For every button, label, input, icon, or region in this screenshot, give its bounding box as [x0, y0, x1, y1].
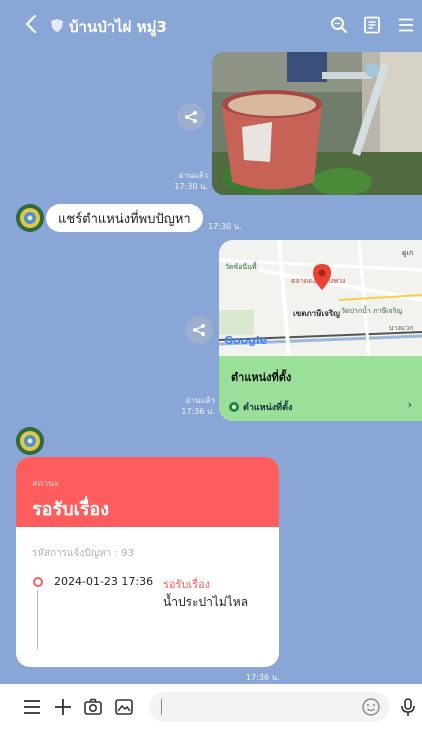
status-header: สถานะ รอรับเรื่อง	[16, 457, 279, 527]
chevron-right-icon: ›	[407, 398, 412, 411]
message-input[interactable]	[149, 692, 389, 722]
text-cursor	[161, 699, 162, 715]
location-icon	[229, 402, 239, 412]
share-photo-button[interactable]	[177, 103, 205, 131]
location-info[interactable]: ตำแหน่งที่ตั้ง ตำแหน่งที่ตั้ง ›	[219, 356, 422, 421]
map-label: วัดซ้อนี่นพื้	[225, 263, 257, 271]
location-title: ตำแหน่งที่ตั้ง	[231, 371, 292, 384]
timeline-status: รอรับเรื่อง	[163, 578, 211, 591]
read-receipt: อ่านแล้ว	[178, 171, 208, 180]
timeline-date: 2024-01-23 17:36	[54, 575, 154, 588]
map-label: ดูเก	[402, 249, 414, 257]
message-time: 17:30 น.	[208, 222, 242, 231]
timeline-description: น้ำประปาไม่ไหล	[163, 595, 249, 609]
bucket-photo	[212, 52, 422, 195]
share-icon	[185, 111, 197, 123]
share-icon	[193, 324, 205, 336]
location-link-label: ตำแหน่งที่ตั้ง	[243, 403, 293, 413]
microphone-icon[interactable]	[398, 697, 418, 717]
camera-icon[interactable]	[83, 697, 103, 717]
map-label: เขตภาษีเจริญ	[293, 309, 340, 318]
avatar[interactable]	[16, 427, 44, 455]
location-link[interactable]: ตำแหน่งที่ตั้ง	[229, 400, 292, 414]
image-icon[interactable]	[114, 697, 134, 717]
emoji-icon[interactable]	[361, 697, 381, 717]
back-icon[interactable]	[22, 13, 42, 35]
share-location-button[interactable]	[185, 316, 213, 344]
map-pin-icon	[313, 264, 331, 290]
chat-header: บ้านป่าไผ่ หมู่3	[0, 0, 422, 48]
status-value: รอรับเรื่อง	[32, 499, 109, 520]
google-logo: Google	[224, 334, 268, 347]
message-text: แชร์ตำแหน่งที่พบปัญหา	[58, 211, 191, 227]
status-card[interactable]: สถานะ รอรับเรื่อง รหัสการแจ้งปัญหา : 93 …	[16, 457, 279, 667]
photo-message[interactable]	[212, 52, 422, 195]
read-receipt: อ่านแล้ว	[185, 396, 215, 405]
message-time: 17:36 น.	[181, 407, 215, 416]
map-preview[interactable]: วัดซ้อนี่นพื้ ตลาดดอนบางพวง เขตภาษีเจริญ…	[219, 240, 422, 356]
timeline-dot	[33, 577, 43, 587]
avatar[interactable]	[16, 204, 44, 232]
message-input-bar	[0, 684, 422, 729]
notes-icon[interactable]	[363, 16, 381, 34]
menu-icon[interactable]	[22, 697, 42, 717]
message-time: 17:36 น.	[246, 673, 280, 682]
message-time: 17:30 น.	[174, 182, 208, 191]
search-icon[interactable]	[330, 16, 348, 34]
menu-icon[interactable]	[397, 16, 415, 34]
location-card[interactable]: วัดซ้อนี่นพื้ ตลาดดอนบางพวง เขตภาษีเจริญ…	[219, 240, 422, 421]
status-label: สถานะ	[32, 479, 59, 489]
map-label: วัดปากน้ำ ภาษีเจริญ	[341, 307, 403, 315]
text-message-bubble[interactable]: แชร์ตำแหน่งที่พบปัญหา	[46, 204, 203, 232]
chat-title: บ้านป่าไผ่ หมู่3	[69, 18, 167, 36]
map-label: บางแวก	[389, 324, 414, 332]
photo-meta: อ่านแล้ว 17:30 น.	[168, 170, 208, 192]
ticket-number: รหัสการแจ้งปัญหา : 93	[32, 548, 134, 559]
shield-icon	[51, 19, 63, 32]
location-meta: อ่านแล้ว 17:36 น.	[175, 395, 215, 417]
plus-icon[interactable]	[53, 697, 73, 717]
timeline-line	[37, 590, 38, 650]
